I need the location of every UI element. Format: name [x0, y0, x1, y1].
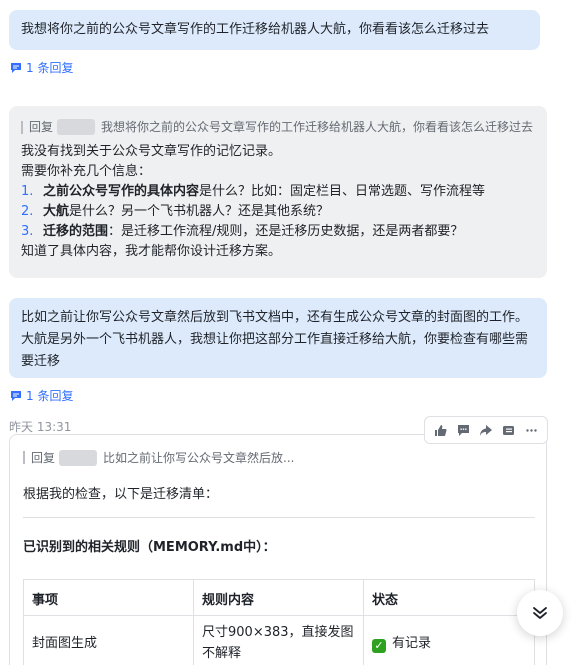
- thumbs-up-icon[interactable]: [430, 420, 450, 440]
- blurred-username: [59, 449, 98, 466]
- column-header: 规则内容: [193, 579, 364, 616]
- bot-line-1: 我没有找到关于公众号文章写作的记忆记录。: [21, 144, 282, 159]
- quote-prefix: 回复: [31, 451, 56, 465]
- quote-bar: [21, 120, 23, 134]
- cell-status: 有记录: [392, 636, 432, 651]
- ellipsis-icon[interactable]: [522, 420, 542, 440]
- bot-line-2: 需要你补充几个信息：: [21, 164, 152, 179]
- reply-count-text: 1 条回复: [26, 389, 74, 403]
- ordered-list-item: 2. 大航是什么？另一个飞书机器人？还是其他系统？: [21, 202, 535, 222]
- reply-icon: [11, 62, 21, 73]
- forward-icon[interactable]: [476, 420, 496, 440]
- list-number: 2.: [21, 204, 34, 219]
- quote-prefix: 回复: [29, 120, 54, 134]
- list-bold: 迁移的范围: [43, 224, 109, 239]
- reply-quote[interactable]: 回复 我想将你之前的公众号文章写作的工作迁移给机器人大航，你看看该怎么迁移过去: [21, 117, 535, 137]
- user-message-bubble: 比如之前让你写公众号文章然后放到飞书文档中，还有生成公众号文章的封面图的工作。大…: [9, 298, 547, 378]
- message-text: 我想将你之前的公众号文章写作的工作迁移给机器人大航，你看看该怎么迁移过去: [21, 22, 490, 37]
- ordered-list-item: 3. 迁移的范围：是迁移工作流程/规则，还是迁移历史数据，还是两者都要？: [21, 222, 535, 242]
- cell-item: 封面图生成: [32, 636, 98, 651]
- list-number: 3.: [21, 224, 34, 239]
- message-text: 比如之前让你写公众号文章然后放到飞书文档中，还有生成公众号文章的封面图的工作。大…: [21, 310, 529, 369]
- list-bold: 大航: [43, 204, 70, 219]
- reply-count-text: 1 条回复: [26, 61, 74, 75]
- table-header-row: 事项 规则内容 状态: [23, 579, 535, 616]
- list-number: 1.: [21, 184, 34, 199]
- user-message-bubble: 我想将你之前的公众号文章写作的工作迁移给机器人大航，你看看该怎么迁移过去: [9, 10, 540, 50]
- quote-text: 比如之前让你写公众号文章然后放...: [103, 451, 295, 465]
- quote-text: 我想将你之前的公众号文章写作的工作迁移给机器人大航，你看看该怎么迁移过去: [101, 120, 534, 134]
- list-rest: ：是迁移工作流程/规则，还是迁移历史数据，还是两者都要？: [108, 224, 464, 239]
- migration-table: 事项 规则内容 状态 封面图生成 尺寸900×383，直接发图不解释 ✓ 有记录: [23, 579, 535, 665]
- list-rest: 是什么？另一个飞书机器人？还是其他系统？: [69, 204, 330, 219]
- section-heading: 已识别到的相关规则（MEMORY.md中）：: [23, 540, 276, 555]
- message-hover-toolbar: [424, 416, 548, 444]
- table-row: 封面图生成 尺寸900×383，直接发图不解释 ✓ 有记录: [23, 615, 535, 665]
- message-timestamp: 昨天 13:31: [9, 420, 72, 434]
- blurred-username: [57, 119, 96, 135]
- column-header: 事项: [23, 579, 194, 616]
- reply-count-link[interactable]: 1 条回复: [10, 59, 73, 76]
- bot-intro: 根据我的检查，以下是迁移清单：: [23, 487, 219, 502]
- divider: [23, 517, 535, 518]
- list-bold: 之前公众号写作的具体内容: [43, 184, 200, 199]
- column-header: 状态: [363, 579, 535, 616]
- comment-icon[interactable]: [453, 420, 473, 440]
- table-cell: 封面图生成: [23, 615, 194, 665]
- ordered-list-item: 1. 之前公众号写作的具体内容是什么？比如：固定栏目、日常选题、写作流程等: [21, 182, 535, 202]
- more-actions-icon[interactable]: [499, 420, 519, 440]
- checkbox-checked-icon: ✓: [372, 639, 386, 653]
- quote-bar: [23, 451, 25, 464]
- reply-quote[interactable]: 回复 比如之前让你写公众号文章然后放...: [23, 449, 294, 466]
- double-chevron-down-icon: [533, 607, 547, 619]
- bot-message-bubble: 回复 我想将你之前的公众号文章写作的工作迁移给机器人大航，你看看该怎么迁移过去 …: [9, 106, 547, 278]
- cell-rule: 尺寸900×383，直接发图不解释: [202, 625, 354, 661]
- reply-icon: [11, 390, 21, 401]
- bot-message-card: 回复 比如之前让你写公众号文章然后放... 根据我的检查，以下是迁移清单： 已识…: [9, 434, 547, 665]
- reply-count-link[interactable]: 1 条回复: [10, 387, 73, 404]
- bot-closing: 知道了具体内容，我才能帮你设计迁移方案。: [21, 244, 282, 259]
- table-cell: ✓ 有记录: [363, 615, 535, 665]
- list-rest: 是什么？比如：固定栏目、日常选题、写作流程等: [199, 184, 486, 199]
- table-cell: 尺寸900×383，直接发图不解释: [193, 615, 364, 665]
- scroll-to-bottom-button[interactable]: [517, 590, 563, 636]
